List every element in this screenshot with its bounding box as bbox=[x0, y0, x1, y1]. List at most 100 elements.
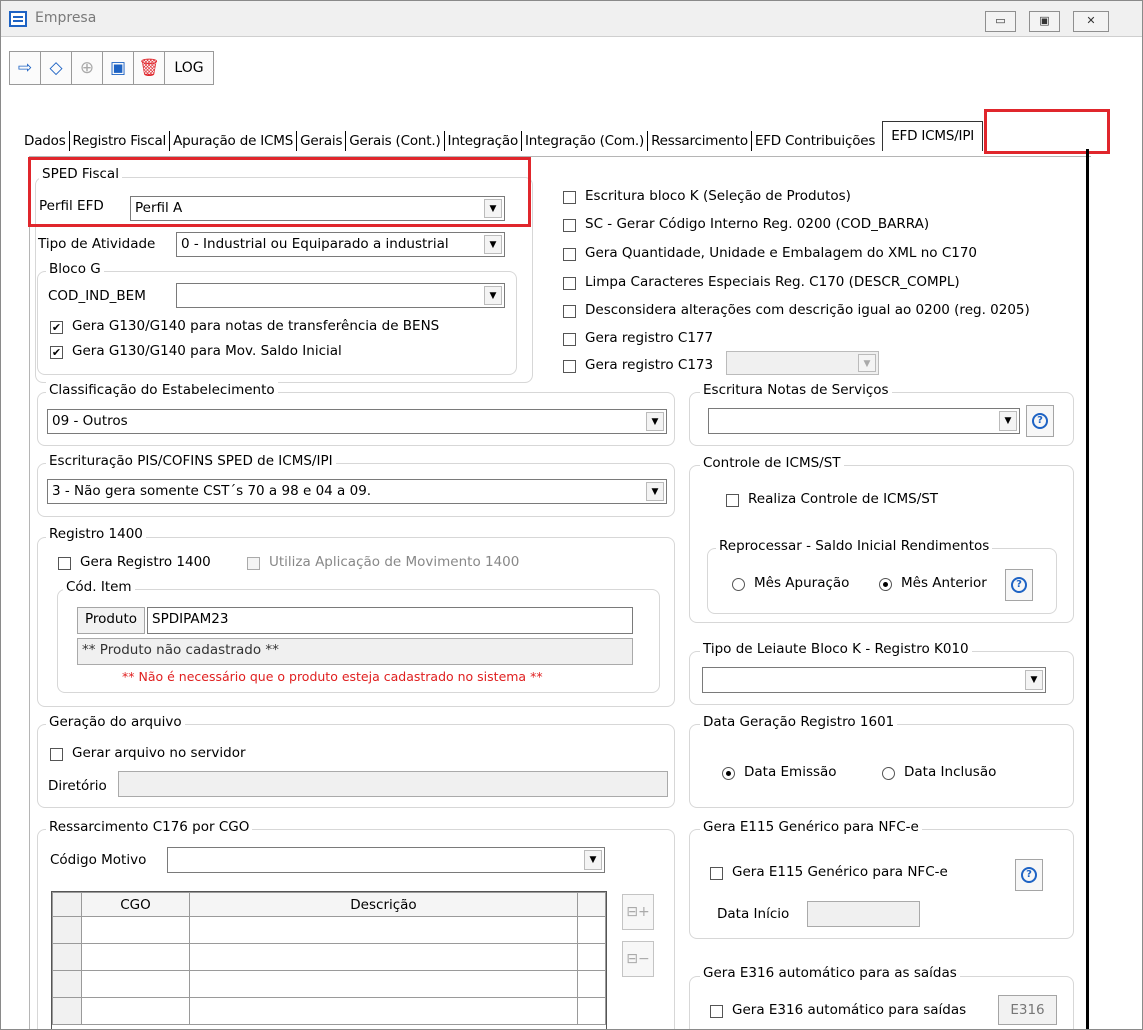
help-icon: ? bbox=[1011, 577, 1027, 593]
e115-checkbox[interactable] bbox=[710, 867, 723, 880]
tab-bar: Dados Registro Fiscal Apuração de ICMS G… bbox=[21, 121, 984, 151]
notas-servico-help-button[interactable]: ? bbox=[1026, 405, 1054, 437]
reprocessar-help-button[interactable]: ? bbox=[1005, 569, 1033, 601]
c173-checkbox[interactable] bbox=[563, 360, 576, 373]
limpa-caracteres-checkbox[interactable] bbox=[563, 277, 576, 290]
empresa-window: Empresa ▭ ▣ ✕ ⇨ ◇ ⊕ ▣ 🗑 LOG Dados Regist… bbox=[0, 0, 1143, 1030]
delete-button[interactable]: 🗑 bbox=[133, 51, 165, 85]
chevron-down-icon: ▼ bbox=[484, 235, 502, 254]
produto-warning: ** Não é necessário que o produto esteja… bbox=[122, 669, 543, 684]
window-title: Empresa bbox=[35, 10, 97, 26]
log-button[interactable]: LOG bbox=[164, 51, 214, 85]
c173-label: Gera registro C173 bbox=[585, 357, 714, 373]
leiaute-k-select[interactable]: ▼ bbox=[702, 667, 1046, 693]
tab-gerais-cont[interactable]: Gerais (Cont.) bbox=[346, 131, 445, 151]
g130-saldo-label: Gera G130/G140 para Mov. Saldo Inicial bbox=[72, 343, 342, 359]
exit-icon: ⇨ bbox=[17, 58, 33, 78]
e316-button[interactable]: E316 bbox=[998, 995, 1057, 1025]
c177-checkbox[interactable] bbox=[563, 333, 576, 346]
xml-c170-label: Gera Quantidade, Unidade e Embalagem do … bbox=[585, 245, 978, 261]
classificacao-value: 09 - Outros bbox=[52, 413, 128, 429]
gera-1400-checkbox[interactable] bbox=[58, 557, 71, 570]
e115-check-label: Gera E115 Genérico para NFC-e bbox=[732, 864, 948, 880]
tipo-atividade-select[interactable]: 0 - Industrial ou Equiparado a industria… bbox=[176, 232, 505, 257]
xml-c170-checkbox[interactable] bbox=[563, 248, 576, 261]
maximize-button[interactable]: ▣ bbox=[1029, 11, 1060, 32]
aplicacao-1400-checkbox[interactable] bbox=[247, 557, 260, 570]
mes-anterior-radio[interactable] bbox=[879, 578, 892, 591]
e316-checkbox[interactable] bbox=[710, 1005, 723, 1018]
c173-select[interactable]: ▼ bbox=[726, 351, 879, 375]
add-row-button[interactable]: ⊟+ bbox=[622, 894, 654, 930]
cgo-grid[interactable]: CGO Descrição bbox=[51, 891, 607, 1029]
escrit-pis-value: 3 - Não gera somente CST´s 70 a 98 e 04 … bbox=[52, 483, 372, 499]
cod-barra-checkbox[interactable] bbox=[563, 219, 576, 232]
tab-dados[interactable]: Dados bbox=[21, 131, 70, 151]
bloco-g-label: Bloco G bbox=[46, 261, 104, 277]
add-icon: ⊕ bbox=[79, 58, 95, 78]
save-button[interactable]: ▣ bbox=[102, 51, 134, 85]
notas-servico-label: Escritura Notas de Serviços bbox=[700, 382, 892, 398]
notas-servico-select[interactable]: ▼ bbox=[708, 408, 1020, 434]
tab-integracao-com[interactable]: Integração (Com.) bbox=[522, 131, 649, 151]
produto-button[interactable]: Produto bbox=[77, 607, 145, 634]
bloco-k-checkbox[interactable] bbox=[563, 191, 576, 204]
data-emissao-radio[interactable] bbox=[722, 767, 735, 780]
data-inicio-label: Data Início bbox=[717, 906, 790, 922]
e115-help-button[interactable]: ? bbox=[1015, 859, 1043, 891]
exit-button[interactable]: ⇨ bbox=[9, 51, 41, 85]
tab-efd-contribuicoes[interactable]: EFD Contribuições bbox=[752, 131, 878, 151]
desconsidera-checkbox[interactable] bbox=[563, 305, 576, 318]
diretorio-input[interactable] bbox=[118, 771, 668, 797]
table-row[interactable] bbox=[52, 943, 606, 971]
controle-icms-st-checkbox[interactable] bbox=[726, 494, 739, 507]
tab-gerais[interactable]: Gerais bbox=[297, 131, 347, 151]
panel-edge bbox=[1086, 149, 1089, 1029]
clear-button[interactable]: ◇ bbox=[40, 51, 72, 85]
column-header-cgo[interactable]: CGO bbox=[81, 892, 190, 917]
highlight-sped-box bbox=[28, 157, 531, 227]
close-button[interactable]: ✕ bbox=[1073, 11, 1109, 32]
add-button[interactable]: ⊕ bbox=[71, 51, 103, 85]
classificacao-select[interactable]: 09 - Outros ▼ bbox=[47, 409, 667, 434]
chevron-down-icon: ▼ bbox=[584, 850, 602, 870]
c177-label: Gera registro C177 bbox=[585, 330, 714, 346]
tab-ressarcimento[interactable]: Ressarcimento bbox=[648, 131, 752, 151]
gerar-servidor-checkbox[interactable] bbox=[50, 748, 63, 761]
g130-saldo-checkbox[interactable]: ✔ bbox=[50, 346, 63, 359]
table-row[interactable] bbox=[52, 970, 606, 998]
limpa-caracteres-label: Limpa Caracteres Especiais Reg. C170 (DE… bbox=[585, 274, 960, 290]
column-header-descricao[interactable]: Descrição bbox=[189, 892, 578, 917]
tab-apuracao-icms[interactable]: Apuração de ICMS bbox=[170, 131, 298, 151]
table-row[interactable] bbox=[52, 916, 606, 944]
cod-ind-bem-select[interactable]: ▼ bbox=[176, 283, 505, 308]
chevron-down-icon: ▼ bbox=[999, 411, 1017, 431]
chevron-down-icon: ▼ bbox=[484, 286, 502, 305]
mes-apuracao-radio[interactable] bbox=[732, 578, 745, 591]
remove-row-button[interactable]: ⊟− bbox=[622, 941, 654, 977]
data-emissao-label: Data Emissão bbox=[744, 764, 837, 780]
codigo-motivo-label: Código Motivo bbox=[50, 852, 147, 868]
minimize-button[interactable]: ▭ bbox=[985, 11, 1016, 32]
data-inclusao-radio[interactable] bbox=[882, 767, 895, 780]
g130-transferencia-checkbox[interactable]: ✔ bbox=[50, 321, 63, 334]
escrit-pis-select[interactable]: 3 - Não gera somente CST´s 70 a 98 e 04 … bbox=[47, 479, 667, 504]
table-row[interactable] bbox=[52, 997, 606, 1025]
aplicacao-1400-label: Utiliza Aplicação de Movimento 1400 bbox=[269, 554, 520, 570]
grid-filler bbox=[577, 892, 606, 917]
tab-registro-fiscal[interactable]: Registro Fiscal bbox=[70, 131, 171, 151]
tab-efd-icms-ipi[interactable]: EFD ICMS/IPI bbox=[882, 121, 984, 151]
classificacao-label: Classificação do Estabelecimento bbox=[46, 382, 278, 398]
diretorio-label: Diretório bbox=[48, 778, 107, 794]
codigo-motivo-select[interactable]: ▼ bbox=[167, 847, 605, 873]
reprocessar-label: Reprocessar - Saldo Inicial Rendimentos bbox=[716, 538, 993, 554]
tipo-atividade-label: Tipo de Atividade bbox=[38, 236, 156, 252]
gera-1400-label: Gera Registro 1400 bbox=[80, 554, 211, 570]
leiaute-k-label: Tipo de Leiaute Bloco K - Registro K010 bbox=[700, 641, 972, 657]
help-icon: ? bbox=[1032, 413, 1048, 429]
data-inicio-input[interactable] bbox=[807, 901, 920, 927]
bloco-k-label: Escritura bloco K (Seleção de Produtos) bbox=[585, 188, 851, 204]
produto-input[interactable]: SPDIPAM23 bbox=[147, 607, 633, 634]
tab-integracao[interactable]: Integração bbox=[445, 131, 523, 151]
gerar-servidor-label: Gerar arquivo no servidor bbox=[72, 745, 246, 761]
